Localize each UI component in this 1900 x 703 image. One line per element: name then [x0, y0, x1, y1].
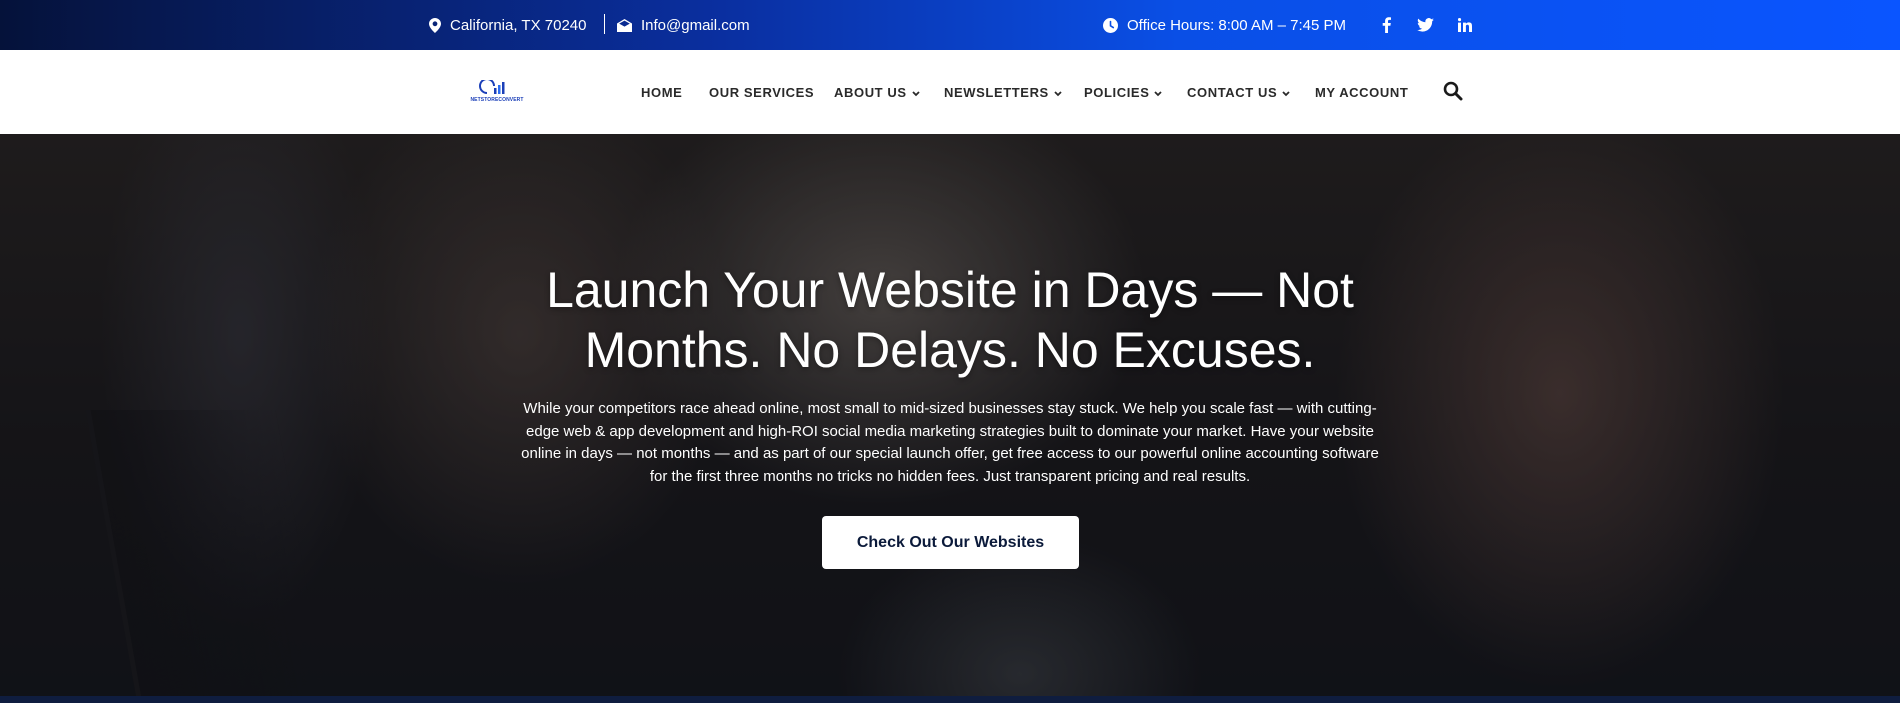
nav-item-contact-us[interactable]: CONTACT US	[1187, 50, 1290, 134]
hero-section: Launch Your Website in Days — Not Months…	[0, 134, 1900, 696]
map-marker-icon	[429, 17, 441, 33]
hero-text-line: for the first three months no tricks no …	[649, 467, 1251, 485]
email-link[interactable]: Info@gmail.com	[641, 17, 750, 34]
logo-mark-icon	[479, 78, 505, 94]
nav-item-label: NEWSLETTERS	[944, 84, 1049, 100]
office-hours-text: Office Hours: 8:00 AM – 7:45 PM	[1127, 16, 1346, 34]
nav-item-label: OUR SERVICES	[709, 84, 815, 100]
chevron-down-icon	[1154, 85, 1163, 100]
hero-text-line: edge web & app development and high-ROI …	[526, 422, 1374, 440]
top-bar: California, TX 70240 Info@gmail.com Offi…	[0, 0, 1900, 50]
location-text: California, TX 70240	[450, 16, 587, 34]
hero-text-line: online in days — not months — and as par…	[521, 445, 1379, 462]
email-info[interactable]: Info@gmail.com	[617, 0, 750, 50]
nav-item-our-services[interactable]: OUR SERVICES	[709, 50, 814, 134]
nav-item-home[interactable]: HOME	[641, 50, 682, 134]
nav-item-label: POLICIES	[1084, 84, 1150, 100]
chevron-down-icon	[1282, 85, 1290, 100]
location-info: California, TX 70240	[429, 0, 586, 50]
nav-item-label: CONTACT US	[1187, 84, 1278, 100]
nav-item-label: HOME	[641, 84, 683, 100]
bottom-strip	[0, 696, 1900, 703]
nav-item-newsletters[interactable]: NEWSLETTERS	[944, 50, 1062, 134]
nav-item-policies[interactable]: POLICIES	[1084, 50, 1163, 134]
envelope-icon	[617, 18, 632, 32]
hero-text-line: While your competitors race ahead online…	[523, 400, 1377, 417]
cta-label: Check Out Our Websites	[856, 533, 1045, 551]
twitter-icon[interactable]	[1413, 13, 1437, 37]
hero-description: While your competitors race ahead online…	[515, 398, 1385, 488]
linkedin-icon[interactable]	[1453, 13, 1477, 37]
check-out-websites-button[interactable]: Check Out Our Websites	[822, 516, 1079, 569]
office-hours-info: Office Hours: 8:00 AM – 7:45 PM	[1103, 0, 1346, 50]
topbar-divider	[604, 14, 605, 34]
nav-item-about-us[interactable]: ABOUT US	[834, 50, 920, 134]
logo-text: NETSTORECONVERT	[470, 97, 524, 103]
hero-title: Launch Your Website in Days — Not Months…	[450, 260, 1450, 380]
nav-item-label: MY ACCOUNT	[1315, 84, 1409, 100]
nav-item-my-account[interactable]: MY ACCOUNT	[1315, 50, 1408, 134]
hero-title-line: Launch Your Website in Days — Not	[546, 262, 1354, 318]
hero-title-line: Months. No Delays. No Excuses.	[584, 322, 1316, 378]
chevron-down-icon	[1054, 85, 1062, 100]
facebook-icon[interactable]	[1374, 13, 1398, 37]
site-logo[interactable]: NETSTORECONVERT	[468, 78, 526, 106]
clock-icon	[1103, 17, 1118, 33]
nav-item-label: ABOUT US	[834, 84, 907, 100]
chevron-down-icon	[912, 85, 920, 100]
search-icon[interactable]	[1443, 81, 1465, 103]
